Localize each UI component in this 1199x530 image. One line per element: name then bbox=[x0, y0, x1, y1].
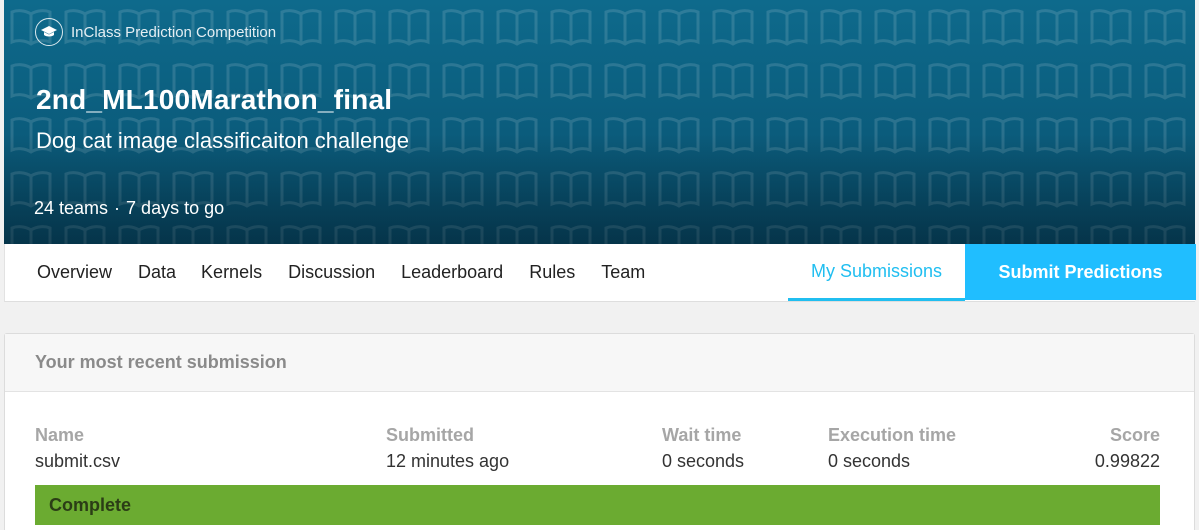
graduation-cap-icon bbox=[35, 18, 63, 46]
tab-my-submissions[interactable]: My Submissions bbox=[788, 244, 965, 301]
tab-team[interactable]: Team bbox=[601, 262, 645, 283]
meta-separator: · bbox=[114, 198, 121, 218]
tab-bar: Overview Data Kernels Discussion Leaderb… bbox=[4, 244, 1196, 302]
score-label: Score bbox=[1109, 425, 1160, 445]
competition-type-label: InClass Prediction Competition bbox=[71, 23, 277, 41]
tab-discussion[interactable]: Discussion bbox=[288, 262, 375, 283]
score-value: 0.99822 bbox=[1094, 451, 1160, 471]
page: InClass Prediction Competition 2nd_ML100… bbox=[0, 0, 1199, 530]
file-name: submit.csv bbox=[35, 451, 121, 471]
execution-time-value: 0 seconds bbox=[828, 451, 911, 471]
execution-time-column: Execution time 0 seconds bbox=[828, 424, 956, 472]
competition-header: InClass Prediction Competition 2nd_ML100… bbox=[4, 0, 1195, 244]
name-label: Name bbox=[35, 425, 85, 445]
status-badge: Complete bbox=[35, 485, 1160, 525]
wait-time-label: Wait time bbox=[662, 425, 742, 445]
tab-kernels[interactable]: Kernels bbox=[201, 262, 262, 283]
submitted-label: Submitted bbox=[386, 425, 474, 445]
tab-overview[interactable]: Overview bbox=[37, 262, 112, 283]
team-count: 24 teams bbox=[34, 198, 109, 218]
competition-type: InClass Prediction Competition bbox=[35, 18, 276, 46]
score-column: Score 0.99822 bbox=[1095, 424, 1160, 472]
competition-meta: 24 teams · 7 days to go bbox=[34, 198, 224, 219]
submitted-value: 12 minutes ago bbox=[386, 451, 510, 471]
wait-time-column: Wait time 0 seconds bbox=[662, 424, 744, 472]
tab-data[interactable]: Data bbox=[138, 262, 176, 283]
recent-submission-card: Your most recent submission Name submit.… bbox=[4, 333, 1195, 530]
competition-subtitle: Dog cat image classificaiton challenge bbox=[36, 128, 409, 153]
deadline: 7 days to go bbox=[126, 198, 225, 218]
submitted-column: Submitted 12 minutes ago bbox=[386, 424, 509, 472]
wait-time-value: 0 seconds bbox=[662, 451, 745, 471]
competition-title: 2nd_ML100Marathon_final bbox=[36, 84, 393, 115]
tab-rules[interactable]: Rules bbox=[529, 262, 575, 283]
execution-time-label: Execution time bbox=[828, 425, 957, 445]
tab-leaderboard[interactable]: Leaderboard bbox=[401, 262, 503, 283]
submit-predictions-button[interactable]: Submit Predictions bbox=[965, 244, 1196, 300]
name-column: Name submit.csv bbox=[35, 424, 120, 472]
card-heading: Your most recent submission bbox=[5, 334, 1194, 392]
tab-list: Overview Data Kernels Discussion Leaderb… bbox=[37, 244, 671, 300]
